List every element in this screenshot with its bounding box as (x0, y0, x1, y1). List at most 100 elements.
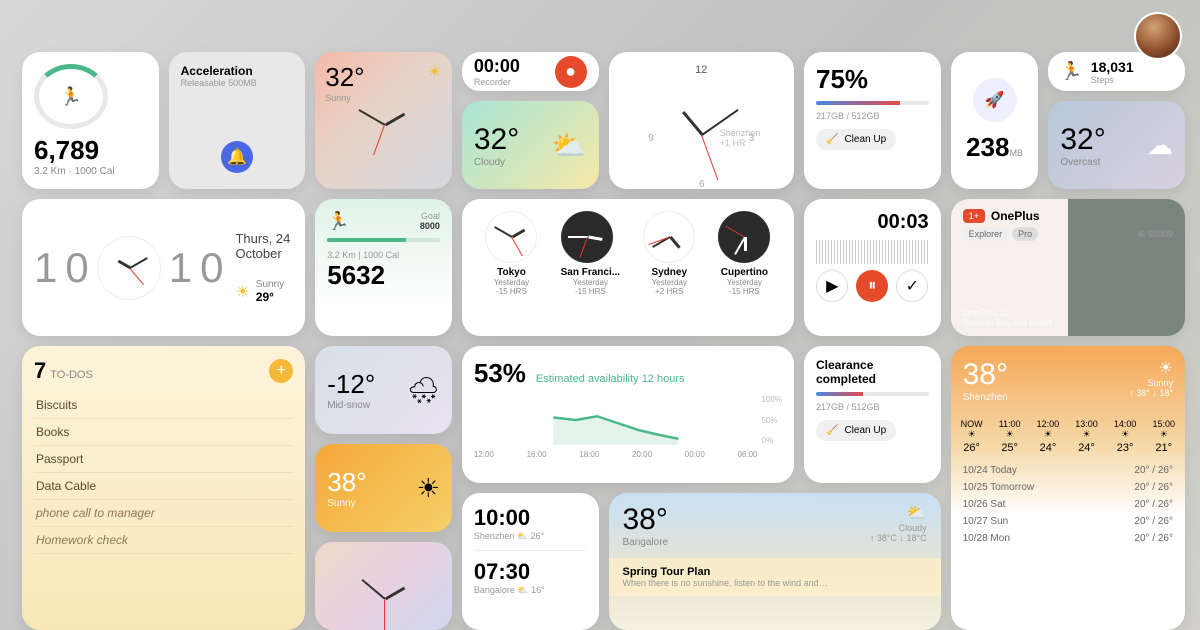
running-icon: 🏃 (1060, 61, 1082, 82)
storage-widget[interactable]: 75% 217GB / 512GB 🧹Clean Up (804, 52, 941, 189)
clock-icon (561, 211, 613, 263)
todo-item[interactable]: phone call to manager (34, 500, 293, 527)
weather-overcast-widget[interactable]: 32° Overcast ☁ (1048, 101, 1185, 189)
recorder-playback-widget[interactable]: 00:03 ▶ ⏸ ✓ (804, 199, 941, 336)
weather-sunny-widget[interactable]: 32° Sunny ☀ (315, 52, 452, 189)
broom-icon: 🧹 (826, 134, 838, 145)
date-clock-widget[interactable]: 10 10 Thurs, 24 October ☀ Sunny 29° (22, 199, 305, 336)
world-clock-item[interactable]: TokyoYesterday-15 HRS (485, 211, 537, 296)
clock-icon (718, 211, 770, 263)
sun-icon: ☀ (417, 473, 440, 504)
cloud-icon: ⛅ (907, 505, 927, 522)
snow-icon: 🌨 (407, 375, 440, 406)
storage-used: 217GB / 512GB (816, 111, 929, 121)
world-clock-item[interactable]: CupertinoYesterday-15 HRS (718, 211, 770, 296)
sun-icon: ☀ (1159, 360, 1173, 377)
rec-label: Recorder (474, 77, 520, 87)
forecast-day: 10/27 Sun20° / 26° (963, 513, 1173, 530)
done-button[interactable]: ✓ (896, 270, 928, 302)
clock-icon (643, 211, 695, 263)
forecast-hour: 14:00☀23° (1114, 419, 1137, 454)
clock-icon (485, 211, 537, 263)
forecast-hour: NOW☀26° (961, 419, 983, 454)
steps-val: 18,031 (1091, 59, 1134, 75)
forecast-hour: 15:00☀21° (1152, 419, 1175, 454)
analog-clock-icon (97, 236, 161, 300)
analog-clock-small-widget[interactable] (315, 542, 452, 630)
steps-value: 6,789 (34, 135, 147, 166)
battery-chart-widget[interactable]: 53% Estimated availability 12 hours 12:0… (462, 346, 794, 483)
world-clock-item[interactable]: San Franci...Yesterday-15 HRS (561, 211, 620, 296)
large-analog-clock-widget[interactable]: 12 9 3 6 Shenzhen +1 HR (609, 52, 795, 189)
goal-val: 5632 (327, 260, 440, 291)
recorder-widget[interactable]: 00:00 Recorder ● (462, 52, 599, 91)
pause-button[interactable]: ⏸ (856, 270, 888, 302)
cond: Cloudy (474, 157, 519, 168)
forecast-day: 10/24 Today20° / 26° (963, 462, 1173, 479)
weather-cloudy-widget[interactable]: 32° Cloudy ⛅ (462, 101, 599, 189)
progress-arc-icon: 🏃 (34, 64, 108, 129)
accel-sub: Releasable 500MB (181, 78, 294, 88)
storage-bar-icon (816, 101, 929, 105)
date-text: Thurs, 24 October (235, 231, 293, 261)
analog-clock-icon (315, 52, 452, 189)
waveform-icon (816, 240, 929, 264)
weather-midsnow-widget[interactable]: -12° Mid-snow 🌨 (315, 346, 452, 434)
mem-unit: MB (1009, 148, 1023, 158)
analog-clock-icon (339, 554, 429, 630)
todo-item[interactable]: Books (34, 419, 293, 446)
record-button[interactable]: ● (555, 56, 587, 88)
avatar[interactable] (1134, 12, 1182, 60)
fitness-goal-widget[interactable]: 🏃 Goal 8000 3.2 Km | 1000 Cal 5632 (315, 199, 452, 336)
bangalore-weather-widget[interactable]: 38° Bangalore ⛅ Cloudy ↑ 38°C ↓ 18°C Spr… (609, 493, 941, 630)
forecast-widget[interactable]: 38° Shenzhen ☀ Sunny ↑ 38° ↓ 18° NOW☀26°… (951, 346, 1185, 630)
add-todo-button[interactable]: + (269, 359, 293, 383)
broom-icon: 🧹 (826, 425, 838, 436)
weather-sunny38-widget[interactable]: 38° Sunny ☀ (315, 444, 452, 532)
temp: 32° (474, 123, 519, 157)
widget-board: 🏃 6,789 3.2 Km · 1000 Cal Acceleration R… (22, 52, 1185, 630)
play-button[interactable]: ▶ (816, 270, 848, 302)
clock-hour: 12 (621, 64, 783, 76)
forecast-day: 10/26 Sat20° / 26° (963, 496, 1173, 513)
todo-item[interactable]: Data Cable (34, 473, 293, 500)
temp: 32° (1060, 123, 1105, 157)
todo-item[interactable]: Passport (34, 446, 293, 473)
cond: Overcast (1060, 157, 1105, 168)
cleanup-button[interactable]: 🧹Clean Up (816, 420, 896, 441)
cloud-icon: ☁ (1147, 130, 1173, 161)
rec2-time: 00:03 (816, 211, 929, 234)
rocket-icon: 🚀 (973, 78, 1017, 122)
cloud-icon: ⛅ (552, 129, 587, 162)
memory-widget[interactable]: 🚀 238MB (951, 52, 1039, 189)
battery-line-chart (474, 395, 758, 445)
mem-val: 238 (966, 132, 1009, 162)
accel-title: Acceleration (181, 64, 294, 78)
clock-offset: +1 HR (720, 138, 761, 148)
rec-time: 00:00 (474, 56, 520, 77)
todos-widget[interactable]: 7TO-DOS + BiscuitsBooksPassportData Cabl… (22, 346, 305, 630)
world-clock-widget[interactable]: TokyoYesterday-15 HRS San Franci...Yeste… (462, 199, 794, 336)
clearance-widget[interactable]: Clearance completed 217GB / 512GB 🧹Clean… (804, 346, 941, 483)
forecast-day: 10/28 Mon20° / 26° (963, 530, 1173, 547)
forecast-hour: 11:00☀25° (999, 419, 1021, 454)
todo-item[interactable]: Homework check (34, 527, 293, 554)
acceleration-widget[interactable]: Acceleration Releasable 500MB 🔔 (169, 52, 306, 189)
forecast-hour: 12:00☀24° (1037, 419, 1060, 454)
todo-item[interactable]: Biscuits (34, 392, 293, 419)
cleanup-button[interactable]: 🧹Clean Up (816, 129, 896, 150)
steps-widget[interactable]: 🏃 6,789 3.2 Km · 1000 Cal (22, 52, 159, 189)
oneplus-logo-icon: 1+ (963, 209, 985, 223)
dual-clock-widget[interactable]: 10:00 Shenzhen ⛅ 26° 07:30 Bangalore ⛅ 1… (462, 493, 599, 630)
forecast-hour: 13:00☀24° (1075, 419, 1098, 454)
bell-icon[interactable]: 🔔 (221, 141, 253, 173)
running-icon: 🏃 (327, 211, 349, 232)
storage-pct: 75% (816, 64, 929, 95)
clock-city: Shenzhen (720, 128, 761, 138)
steps-unit: Steps (1091, 75, 1134, 85)
forecast-day: 10/25 Tomorrow20° / 26° (963, 479, 1173, 496)
sun-icon: ☀ (235, 282, 249, 302)
steps-sub: 3.2 Km · 1000 Cal (34, 166, 147, 177)
oneplus-promo-widget[interactable]: 1+ OnePlus Explorer Pro ⊕ 98809 OnePlus … (951, 199, 1185, 336)
world-clock-item[interactable]: SydneyYesterday+2 HRS (643, 211, 695, 296)
